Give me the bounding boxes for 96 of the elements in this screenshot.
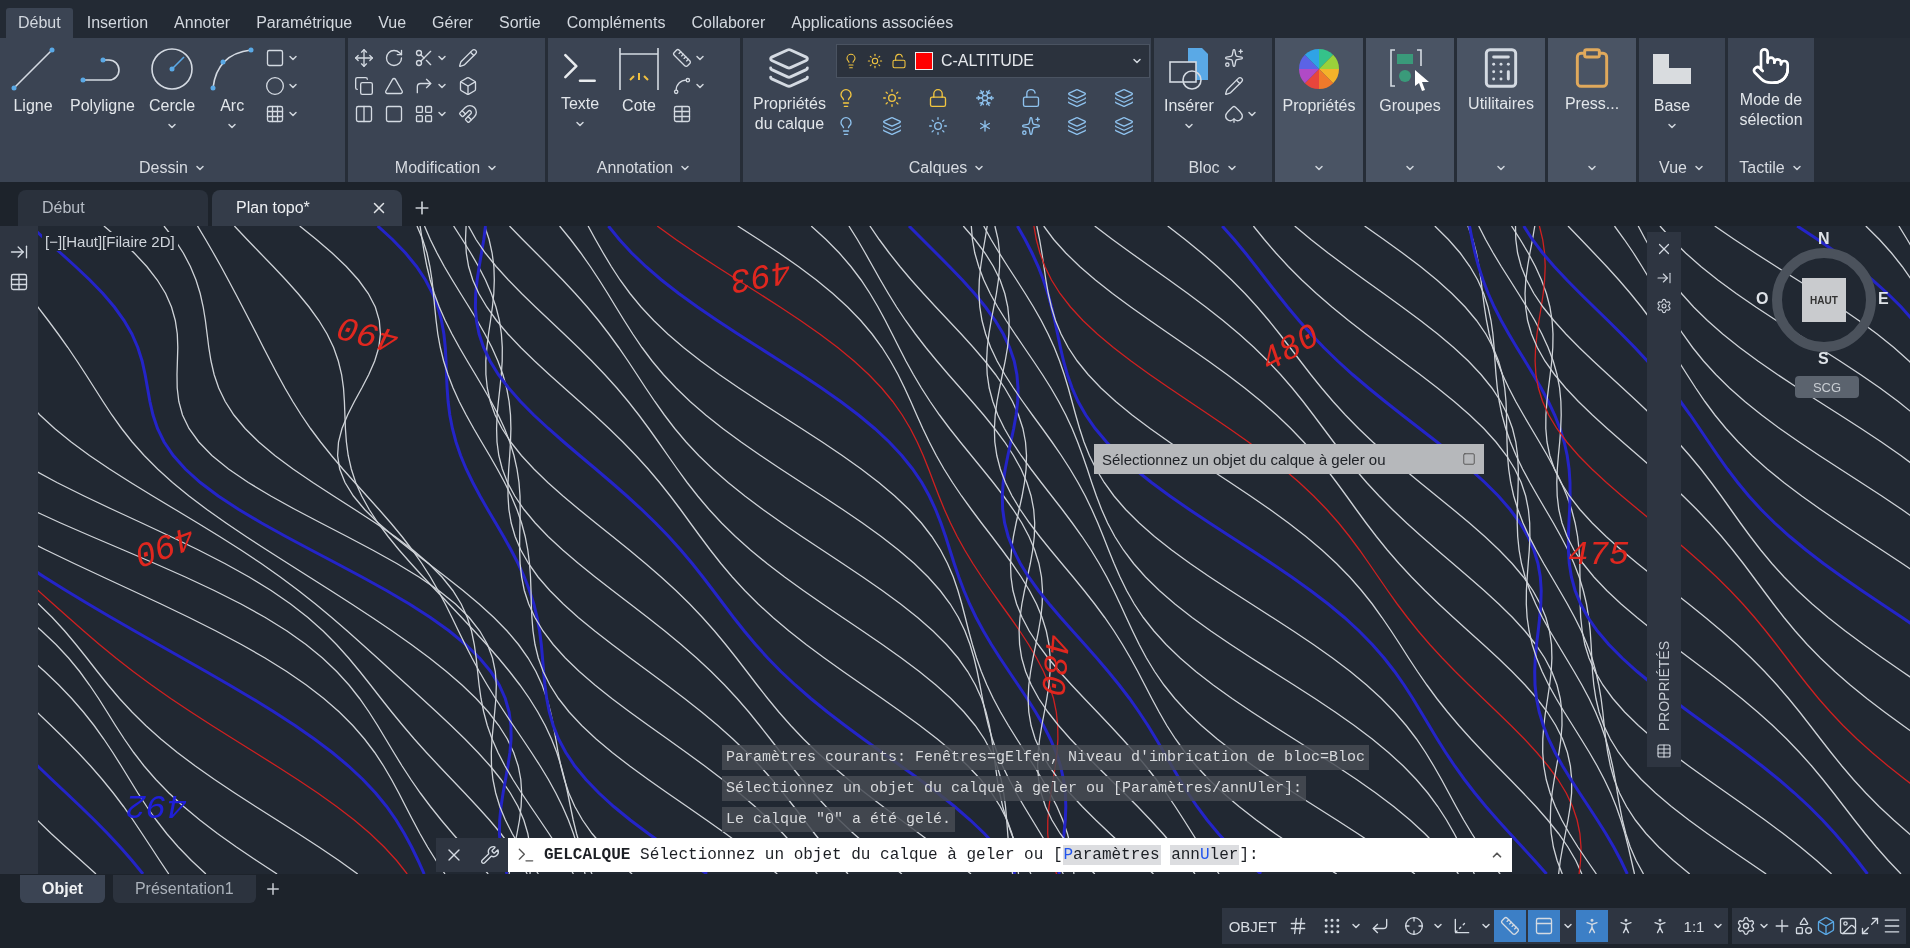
table-icon[interactable]	[9, 272, 29, 292]
image-icon[interactable]	[1838, 916, 1858, 936]
ribbon-tab[interactable]: Annoter	[162, 8, 243, 38]
lock-icon[interactable]	[928, 88, 949, 108]
status-toggle[interactable]	[1528, 910, 1560, 942]
table-icon[interactable]	[672, 104, 692, 124]
document-tab[interactable]: Plan topo*	[212, 190, 402, 226]
ribbon-tool-button[interactable]: Mode de sélection	[1734, 44, 1808, 132]
leader-icon[interactable]	[672, 76, 692, 96]
ribbon-tab[interactable]: Sortie	[486, 8, 553, 38]
ribbon-tool-button[interactable]: Groupes	[1372, 44, 1448, 118]
layers-icon[interactable]	[1067, 88, 1088, 108]
layers-icon[interactable]	[1113, 88, 1134, 108]
panel-title[interactable]: Annotation	[548, 154, 740, 182]
panel-title[interactable]: Dessin	[0, 154, 345, 182]
tooltip: Sélectionnez un objet du calque à geler ou	[1094, 444, 1484, 474]
model-space-button[interactable]: OBJET	[1225, 910, 1280, 942]
ribbon-tool-button[interactable]: Utilitaires	[1463, 44, 1539, 116]
contour-label: 480	[1032, 632, 1076, 698]
panel-title[interactable]: Tactile	[1728, 154, 1814, 182]
command-line-field[interactable]: GELCALQUE Sélectionnez un objet du calque à geler ou [Paramètres annUler]:	[508, 838, 1512, 872]
line-icon	[10, 46, 56, 92]
status-toggle[interactable]	[1576, 910, 1608, 942]
layout-tab[interactable]: Objet	[20, 875, 105, 903]
ribbon-tool-button[interactable]: Cercle	[144, 44, 200, 134]
ucs-dropdown[interactable]: SCG	[1795, 376, 1859, 398]
contour-label: 490	[334, 306, 404, 360]
ribbon-tool-button[interactable]: Arc	[205, 44, 260, 134]
viewcube-face[interactable]: HAUT	[1802, 278, 1846, 322]
snap-dots-icon[interactable]	[1322, 916, 1342, 936]
hand-pointer-icon[interactable]	[1751, 46, 1791, 86]
compass-letter: N	[1818, 230, 1830, 248]
ribbon-tab[interactable]: Gérer	[420, 8, 485, 38]
ribbon-tool-button[interactable]: Texte	[554, 44, 606, 132]
ribbon-tool-button[interactable]: Cote	[612, 44, 666, 118]
ribbon-tab[interactable]: Compléments	[554, 8, 678, 38]
panel-title[interactable]: Modification	[348, 154, 545, 182]
sun-icon[interactable]	[928, 116, 949, 136]
ribbon-tab[interactable]: Paramétrique	[244, 8, 365, 38]
status-toggle[interactable]	[1494, 910, 1526, 942]
move-icon[interactable]	[354, 48, 374, 68]
wrench-icon[interactable]	[480, 845, 500, 865]
sun-icon[interactable]	[882, 88, 903, 108]
command-icon[interactable]	[516, 845, 536, 865]
layers-icon[interactable]	[1113, 116, 1134, 136]
arc-icon	[209, 46, 256, 92]
panel-title[interactable]: Vue	[1639, 154, 1725, 182]
contour-label: 480	[1254, 317, 1327, 381]
annotation-scale-button[interactable]: 1:1	[1678, 910, 1710, 942]
color-wheel-icon	[1296, 46, 1342, 92]
unlock-icon[interactable]	[1021, 88, 1042, 108]
settings-icon[interactable]	[1656, 298, 1672, 314]
unlock-icon[interactable]	[890, 53, 907, 69]
ribbon-tab[interactable]: Vue	[366, 8, 419, 38]
array-icon[interactable]	[414, 104, 434, 124]
compass-letter: O	[1756, 290, 1769, 308]
ribbon-tab[interactable]: Applications associées	[779, 8, 966, 38]
rotate-icon[interactable]	[384, 48, 404, 68]
layers-icon[interactable]	[767, 46, 812, 90]
compass-letter: S	[1818, 350, 1829, 368]
ribbon-tool-button[interactable]: Propriétés du calque	[749, 44, 830, 136]
box-icon[interactable]	[458, 76, 478, 96]
ribbon-tool-button[interactable]: Propriétés	[1278, 44, 1360, 118]
ellipse-icon[interactable]	[265, 76, 286, 96]
palette-title[interactable]: PROPRIÉTÉS	[1656, 640, 1672, 731]
sun-icon[interactable]	[866, 53, 883, 69]
layer-dropdown[interactable]: C-ALTITUDE	[835, 44, 1150, 78]
ribbon-tab[interactable]: Insertion	[74, 8, 161, 38]
ribbon-tab[interactable]: Début	[6, 8, 73, 38]
layout-tab[interactable]: Présentation1	[112, 875, 256, 903]
viewport-label[interactable]: [−][Haut][Filaire 2D]	[42, 232, 178, 251]
contour-label: 492	[126, 786, 188, 824]
ribbon-tool-button[interactable]: Polyligne	[66, 44, 139, 118]
ribbon-tab[interactable]: Collaborer	[679, 8, 778, 38]
contour-label: 493	[727, 250, 795, 300]
contour-label: 490	[129, 516, 200, 574]
panel-title[interactable]: Calques	[743, 154, 1151, 182]
settings-icon[interactable]	[1736, 916, 1756, 936]
scissors-icon[interactable]	[414, 48, 434, 68]
ribbon-tool-button[interactable]: Insérer	[1160, 44, 1218, 134]
document-tab[interactable]: Début	[18, 190, 208, 226]
layers-icon[interactable]	[882, 116, 903, 136]
fullscreen-icon[interactable]	[1860, 916, 1880, 936]
compass-letter: E	[1878, 290, 1889, 308]
sparkles-icon[interactable]	[1021, 116, 1042, 136]
ribbon-tool-button[interactable]: Base	[1645, 44, 1699, 134]
copy-icon[interactable]	[354, 76, 374, 96]
snowflake-icon[interactable]	[974, 88, 995, 108]
circle-icon	[149, 46, 196, 92]
dimension-icon	[616, 46, 662, 92]
grid-icon[interactable]	[1288, 916, 1308, 936]
shapes-icon[interactable]	[1794, 916, 1814, 936]
ribbon-tool-button[interactable]: Ligne	[6, 44, 60, 118]
ribbon-tool-button[interactable]: Press...	[1554, 44, 1630, 116]
layers-icon[interactable]	[1067, 116, 1088, 136]
panel-title[interactable]: Bloc	[1154, 154, 1272, 182]
